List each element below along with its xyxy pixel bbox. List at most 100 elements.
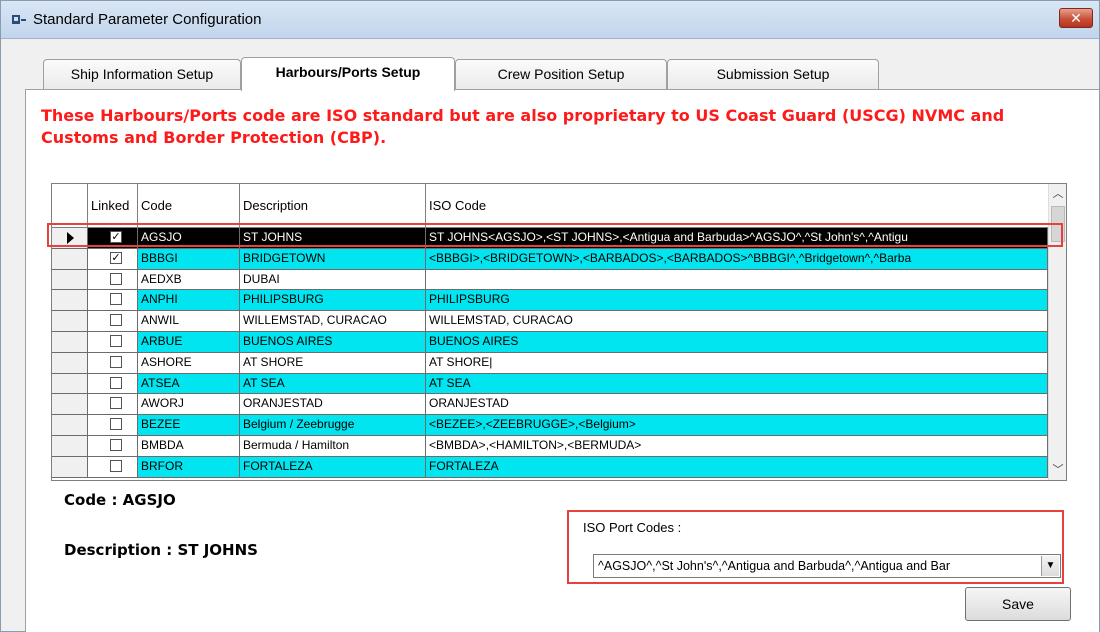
grid-header: Linked Code Description ISO Code [52, 184, 1048, 228]
linked-cell [88, 415, 138, 436]
iso-code-cell: AT SHORE| [426, 352, 1048, 374]
code-cell: AEDXB [138, 269, 240, 291]
iso-notice-text: These Harbours/Ports code are ISO standa… [41, 106, 1005, 147]
description-label: Description : ST JOHNS [64, 541, 258, 559]
linked-cell [88, 436, 138, 457]
iso-code-cell: BUENOS AIRES [426, 332, 1048, 353]
row-selector[interactable] [52, 456, 88, 478]
description-cell: Belgium / Zeebrugge [240, 415, 426, 436]
row-selector[interactable] [52, 332, 88, 353]
linked-checkbox[interactable]: ✓ [110, 251, 122, 264]
chevron-down-icon[interactable]: ▼ [1041, 556, 1059, 576]
iso-code-cell: WILLEMSTAD, CURACAO [426, 311, 1048, 332]
table-row[interactable]: BEZEE Belgium / Zeebrugge <BEZEE>,<ZEEBRUG… [52, 415, 1048, 436]
title-bar: Standard Parameter Configuration ✕ [1, 1, 1099, 39]
description-cell: FORTALEZA [240, 456, 426, 478]
iso-code-cell: FORTALEZA [426, 456, 1048, 478]
iso-code-cell: ORANJESTAD [426, 394, 1048, 416]
scroll-up-icon[interactable]: ︿ [1051, 186, 1065, 202]
row-selector[interactable] [52, 373, 88, 395]
iso-code-cell: <BMBDA>,<HAMILTON>,<BERMUDA> [426, 436, 1048, 457]
header-description[interactable]: Description [240, 184, 426, 228]
tab-crew-position-setup[interactable]: Crew Position Setup [455, 59, 667, 89]
iso-code-cell: PHILIPSBURG [426, 290, 1048, 312]
row-selector[interactable] [52, 352, 88, 374]
header-linked[interactable]: Linked [88, 184, 138, 228]
linked-checkbox[interactable] [110, 418, 122, 431]
linked-cell [88, 269, 138, 291]
linked-cell [88, 373, 138, 395]
linked-checkbox[interactable] [110, 314, 122, 327]
iso-code-cell: AT SEA [426, 373, 1048, 395]
iso-port-codes-label: ISO Port Codes : [583, 520, 682, 535]
code-label: Code : AGSJO [64, 491, 176, 509]
linked-checkbox[interactable] [110, 376, 122, 389]
tab-ship-information-setup[interactable]: Ship Information Setup [43, 59, 241, 89]
iso-code-cell: <BEZEE>,<ZEEBRUGGE>,<Belgium> [426, 415, 1048, 436]
code-cell: ASHORE [138, 352, 240, 374]
description-cell: BRIDGETOWN [240, 248, 426, 270]
config-window: Standard Parameter Configuration ✕ Ship … [0, 0, 1100, 632]
linked-checkbox[interactable] [110, 459, 122, 472]
row-selector[interactable] [52, 311, 88, 332]
tab-harbours-ports-setup[interactable]: Harbours/Ports Setup [241, 57, 455, 91]
description-cell: PHILIPSBURG [240, 290, 426, 312]
tab-submission-setup[interactable]: Submission Setup [667, 59, 879, 89]
table-row[interactable]: ARBUE BUENOS AIRES BUENOS AIRES [52, 332, 1048, 353]
description-cell: AT SEA [240, 373, 426, 395]
row-selector[interactable] [52, 248, 88, 270]
linked-checkbox[interactable] [110, 355, 122, 368]
iso-port-codes-value: ^AGSJO^,^St John's^,^Antigua and Barbuda… [598, 559, 950, 573]
table-row[interactable]: ATSEA AT SEA AT SEA [52, 373, 1048, 395]
row-selector[interactable] [52, 394, 88, 416]
table-row[interactable]: AEDXB DUBAI [52, 269, 1048, 291]
iso-code-cell: <BBBGI>,<BRIDGETOWN>,<BARBADOS>,<BARBADO… [426, 248, 1048, 270]
linked-cell [88, 394, 138, 416]
linked-cell [88, 311, 138, 332]
table-row[interactable]: BRFOR FORTALEZA FORTALEZA [52, 456, 1048, 478]
code-cell: ATSEA [138, 373, 240, 395]
linked-checkbox[interactable] [110, 397, 122, 410]
window-title: Standard Parameter Configuration [33, 11, 262, 28]
table-row[interactable]: BMBDA Bermuda / Hamilton <BMBDA>,<HAMILTON… [52, 436, 1048, 457]
row-selector[interactable] [52, 290, 88, 312]
code-cell: BMBDA [138, 436, 240, 457]
linked-cell [88, 332, 138, 353]
table-row[interactable]: ANPHI PHILIPSBURG PHILIPSBURG [52, 290, 1048, 312]
linked-cell [88, 456, 138, 478]
table-row[interactable]: ✓ BBBGI BRIDGETOWN <BBBGI>,<BRIDGETOWN>,<BA… [52, 248, 1048, 270]
description-cell: BUENOS AIRES [240, 332, 426, 353]
code-cell: BBBGI [138, 248, 240, 270]
linked-cell: ✓ [88, 248, 138, 270]
code-cell: AWORJ [138, 394, 240, 416]
header-iso-code[interactable]: ISO Code [426, 184, 1048, 228]
linked-checkbox[interactable] [110, 293, 122, 306]
description-cell: AT SHORE [240, 352, 426, 374]
linked-checkbox[interactable] [110, 272, 122, 285]
header-code[interactable]: Code [138, 184, 240, 228]
table-row[interactable]: ASHORE AT SHORE AT SHORE| [52, 352, 1048, 374]
linked-checkbox[interactable] [110, 335, 122, 347]
app-icon [12, 15, 26, 24]
linked-checkbox[interactable] [110, 439, 122, 451]
code-cell: BEZEE [138, 415, 240, 436]
scroll-down-icon[interactable]: ﹀ [1051, 462, 1065, 478]
iso-port-codes-callout: ISO Port Codes : ^AGSJO^,^St John's^,^An… [567, 510, 1064, 584]
description-cell: Bermuda / Hamilton [240, 436, 426, 457]
code-cell: ARBUE [138, 332, 240, 353]
description-cell: WILLEMSTAD, CURACAO [240, 311, 426, 332]
save-button[interactable]: Save [965, 587, 1071, 621]
row-selector[interactable] [52, 436, 88, 457]
iso-code-cell [426, 269, 1048, 291]
table-row[interactable]: ANWIL WILLEMSTAD, CURACAO WILLEMSTAD, CURA… [52, 311, 1048, 332]
code-cell: ANWIL [138, 311, 240, 332]
linked-cell [88, 290, 138, 312]
iso-port-codes-dropdown[interactable]: ^AGSJO^,^St John's^,^Antigua and Barbuda… [593, 554, 1061, 578]
row-selector[interactable] [52, 415, 88, 436]
description-cell: ORANJESTAD [240, 394, 426, 416]
table-row[interactable]: AWORJ ORANJESTAD ORANJESTAD [52, 394, 1048, 416]
row-selector[interactable] [52, 269, 88, 291]
code-cell: ANPHI [138, 290, 240, 312]
header-row-selector [52, 184, 88, 228]
close-button[interactable]: ✕ [1059, 8, 1093, 28]
